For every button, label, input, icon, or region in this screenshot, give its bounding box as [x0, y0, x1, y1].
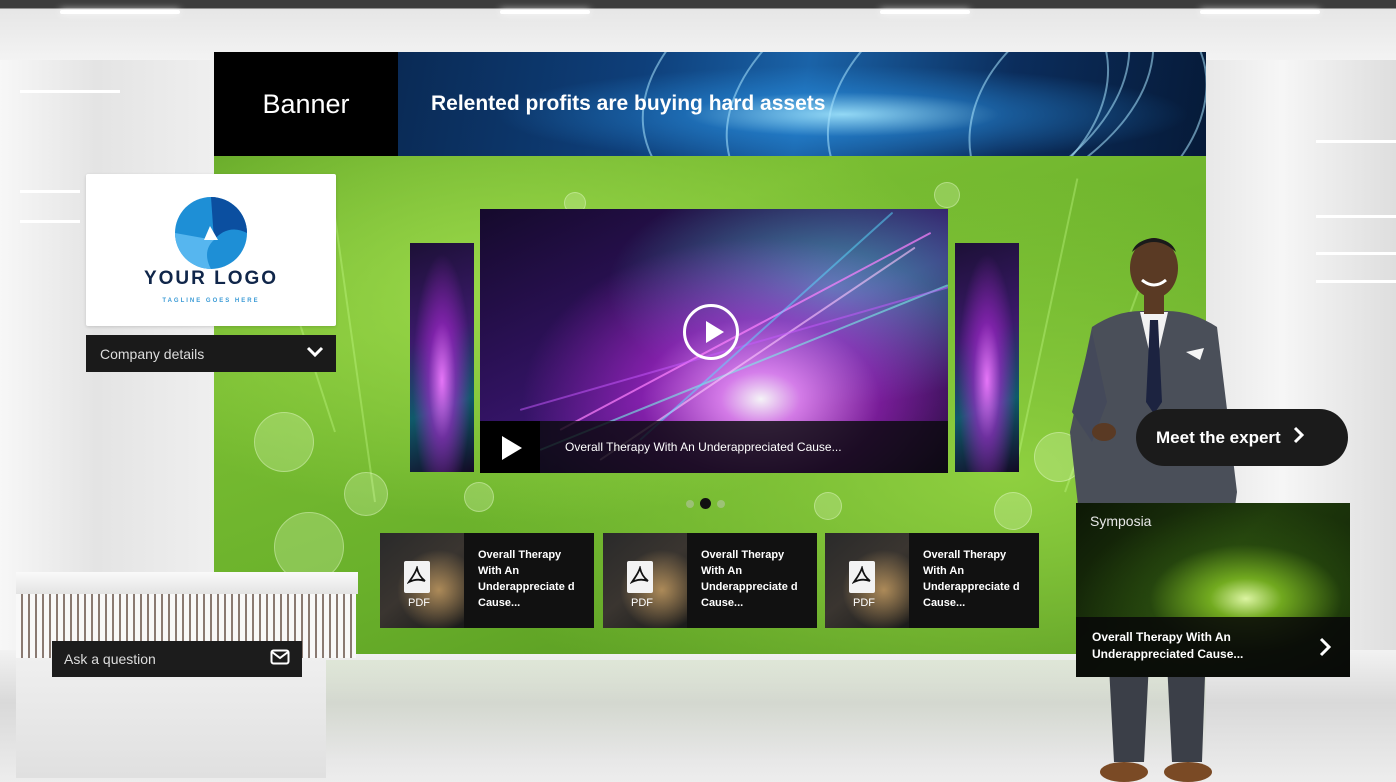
- carousel-dot-2[interactable]: [700, 498, 711, 509]
- pdf-type-label: PDF: [631, 597, 653, 609]
- pdf-thumbnail: PDF: [603, 533, 687, 628]
- pdf-thumbnail: PDF: [380, 533, 464, 628]
- floor-reflection: [214, 660, 1206, 760]
- play-video-button[interactable]: [683, 304, 739, 360]
- meet-expert-label: Meet the expert: [1156, 427, 1281, 447]
- meet-expert-button[interactable]: Meet the expert: [1136, 409, 1348, 466]
- room-ceiling: [0, 0, 1396, 60]
- pdf-type-label: PDF: [408, 597, 430, 609]
- play-icon: [706, 321, 724, 343]
- pdf-title: Overall Therapy With An Underappreciate …: [923, 549, 1020, 609]
- company-details-label: Company details: [100, 345, 205, 362]
- chevron-right-icon: [1293, 426, 1305, 449]
- carousel-dot-3[interactable]: [717, 499, 725, 508]
- pdf-icon: [404, 561, 430, 593]
- video-caption: Overall Therapy With An Underappreciated…: [565, 440, 842, 454]
- company-logo-card[interactable]: YOUR LOGO TAGLINE GOES HERE: [86, 174, 336, 326]
- ask-question-button[interactable]: Ask a question: [52, 641, 302, 677]
- caption-play-button[interactable]: [480, 421, 540, 473]
- ceiling-light: [60, 10, 180, 14]
- pdf-icon: [849, 561, 875, 593]
- banner-image: Relented profits are buying hard assets: [398, 52, 1206, 156]
- ceiling-light: [1200, 10, 1320, 14]
- logo-name: YOUR LOGO: [143, 268, 279, 289]
- chevron-right-icon[interactable]: [1318, 637, 1332, 662]
- pdf-icon: [627, 561, 653, 593]
- ceiling-light: [500, 10, 590, 14]
- logo-tagline: TAGLINE GOES HERE: [162, 298, 260, 304]
- pdf-card[interactable]: PDF Overall Therapy With An Underappreci…: [603, 533, 817, 628]
- carousel-pagination: [686, 498, 725, 509]
- pdf-thumbnail: PDF: [825, 533, 909, 628]
- pdf-type-label: PDF: [853, 597, 875, 609]
- pdf-card[interactable]: PDF Overall Therapy With An Underappreci…: [825, 533, 1039, 628]
- ceiling-light: [880, 10, 970, 14]
- symposia-label: Symposia: [1090, 513, 1152, 529]
- pdf-title: Overall Therapy With An Underappreciate …: [701, 549, 798, 609]
- video-caption-bar: Overall Therapy With An Underappreciated…: [480, 421, 948, 473]
- symposia-title: Overall Therapy With An Underappreciated…: [1092, 630, 1244, 661]
- symposia-caption-bar: Overall Therapy With An Underappreciated…: [1076, 617, 1350, 677]
- ask-question-label: Ask a question: [64, 651, 156, 667]
- envelope-icon: [270, 649, 290, 670]
- banner: Banner Relented profits are buying hard …: [214, 52, 1206, 156]
- chevron-down-icon: [306, 345, 324, 363]
- logo-mark-icon: [174, 196, 248, 275]
- pdf-card[interactable]: PDF Overall Therapy With An Underappreci…: [380, 533, 594, 628]
- company-details-dropdown[interactable]: Company details: [86, 335, 336, 372]
- play-icon: [502, 436, 522, 460]
- main-video[interactable]: Overall Therapy With An Underappreciated…: [480, 209, 948, 473]
- symposia-card[interactable]: Symposia Overall Therapy With An Underap…: [1076, 503, 1350, 677]
- banner-headline: Relented profits are buying hard assets: [431, 92, 826, 115]
- booth-screen: Banner Relented profits are buying hard …: [214, 52, 1206, 654]
- carousel-next-slide[interactable]: [955, 243, 1019, 472]
- carousel-prev-slide[interactable]: [410, 243, 474, 472]
- carousel-dot-1[interactable]: [686, 499, 694, 508]
- reception-desk: [16, 572, 358, 782]
- pdf-title: Overall Therapy With An Underappreciate …: [478, 549, 575, 609]
- banner-label: Banner: [262, 88, 350, 119]
